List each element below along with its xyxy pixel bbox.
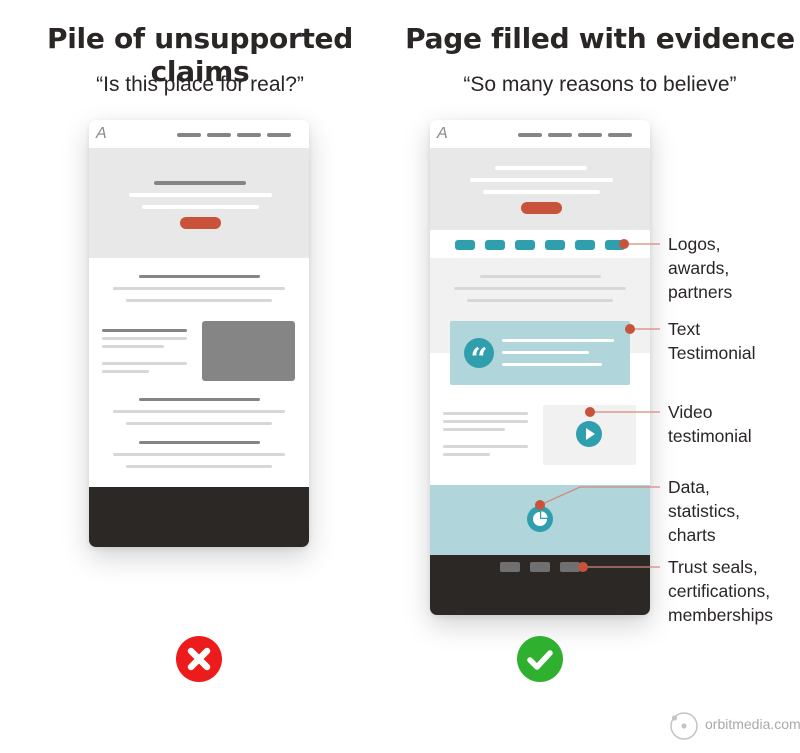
brand-text: orbitmedia.com <box>705 716 800 732</box>
x-icon <box>176 636 222 682</box>
callout-label-video-testimonial: Video testimonial <box>668 402 752 446</box>
callout-lines <box>539 243 660 568</box>
callout-label-data: Data, statistics, charts <box>668 477 740 545</box>
checkmark-icon <box>517 636 563 682</box>
callout-dot-text-testimonial <box>625 324 635 334</box>
callout-label-text-testimonial: Text Testimonial <box>668 319 756 363</box>
callout-dot-logos <box>619 239 629 249</box>
callout-dot-data <box>535 500 545 510</box>
callout-dot-trust-seals <box>578 562 588 572</box>
orbit-logo-icon <box>670 712 698 740</box>
callout-line-data <box>539 486 660 506</box>
callout-label-trust-seals: Trust seals, certifications, memberships <box>668 557 774 625</box>
callout-dot-video-testimonial <box>585 407 595 417</box>
callout-label-logos: Logos, awards, partners <box>668 234 733 302</box>
